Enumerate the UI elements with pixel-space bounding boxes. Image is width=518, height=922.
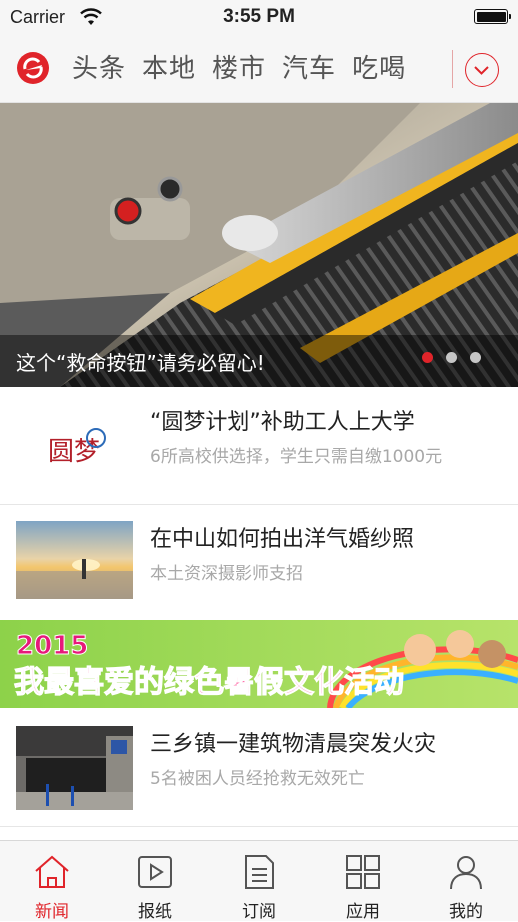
channel-tabs: 头条 本地 楼市 汽车 吃喝: [56, 36, 448, 102]
document-icon: [245, 855, 274, 889]
slide-dot[interactable]: [470, 352, 481, 363]
slide-dot-active[interactable]: [422, 352, 433, 363]
tab-label: 订阅: [242, 902, 276, 922]
slide-indicator: [409, 348, 481, 367]
tab-label: 应用: [346, 902, 380, 922]
tab-label: 新闻: [35, 902, 69, 922]
tab-label: 报纸: [138, 902, 172, 922]
tab-apps[interactable]: 应用: [311, 841, 415, 922]
news-summary: 6所高校供选择，学生只需自缴1000元: [150, 447, 443, 467]
chevron-down-icon[interactable]: [465, 53, 499, 87]
bottom-tab-bar: 新闻 报纸 订阅 应用 我的: [0, 840, 518, 922]
list-item[interactable]: 在中山如何拍出洋气婚纱照 本土资深摄影师支招: [0, 505, 518, 622]
play-icon: [138, 856, 172, 888]
tab-subscribe[interactable]: 订阅: [207, 841, 311, 922]
tab-news[interactable]: 新闻: [0, 841, 104, 922]
tab-label: 我的: [449, 902, 483, 922]
news-title: 在中山如何拍出洋气婚纱照: [150, 527, 415, 552]
news-summary: 本土资深摄影师支招: [150, 564, 303, 584]
apps-grid-icon: [346, 855, 380, 889]
news-thumbnail: 圆梦: [16, 404, 133, 488]
home-icon: [35, 855, 69, 888]
tab-me[interactable]: 我的: [414, 841, 518, 922]
news-title: 三乡镇一建筑物清晨突发火灾: [150, 732, 437, 757]
banner-title: 我最喜爱的绿色暑假文化活动: [14, 665, 404, 700]
tab-local[interactable]: 本地: [142, 36, 196, 102]
hero-slide[interactable]: 这个“救命按钮”请务必留心!: [0, 103, 518, 387]
promo-banner[interactable]: 2015 我最喜爱的绿色暑假文化活动: [0, 620, 518, 708]
status-bar: Carrier 3:55 PM: [0, 0, 518, 36]
banner-year: 2015: [16, 631, 88, 661]
slide-dot[interactable]: [446, 352, 457, 363]
tab-auto[interactable]: 汽车: [282, 36, 336, 102]
news-thumbnail: [16, 726, 133, 810]
list-item[interactable]: 圆梦 “圆梦计划”补助工人上大学 6所高校供选择，学生只需自缴1000元: [0, 388, 518, 505]
news-thumbnail: [16, 521, 133, 605]
tab-food[interactable]: 吃喝: [352, 36, 406, 102]
channel-nav: 头条 本地 楼市 汽车 吃喝: [0, 36, 518, 103]
user-icon: [450, 856, 482, 890]
nav-divider: [452, 50, 453, 88]
hero-caption[interactable]: 这个“救命按钮”请务必留心!: [16, 347, 265, 376]
clock: 3:55 PM: [223, 6, 295, 27]
battery-icon: [474, 9, 511, 24]
tab-headlines[interactable]: 头条: [72, 36, 126, 102]
tab-newspaper[interactable]: 报纸: [103, 841, 207, 922]
list-item[interactable]: 三乡镇一建筑物清晨突发火灾 5名被困人员经抢救无效死亡: [0, 710, 518, 827]
brand-logo-icon[interactable]: [17, 52, 49, 84]
news-summary: 5名被困人员经抢救无效死亡: [150, 769, 365, 789]
news-title: “圆梦计划”补助工人上大学: [150, 410, 415, 435]
tab-property[interactable]: 楼市: [212, 36, 266, 102]
thumb-logo-text: 圆梦: [48, 437, 100, 467]
